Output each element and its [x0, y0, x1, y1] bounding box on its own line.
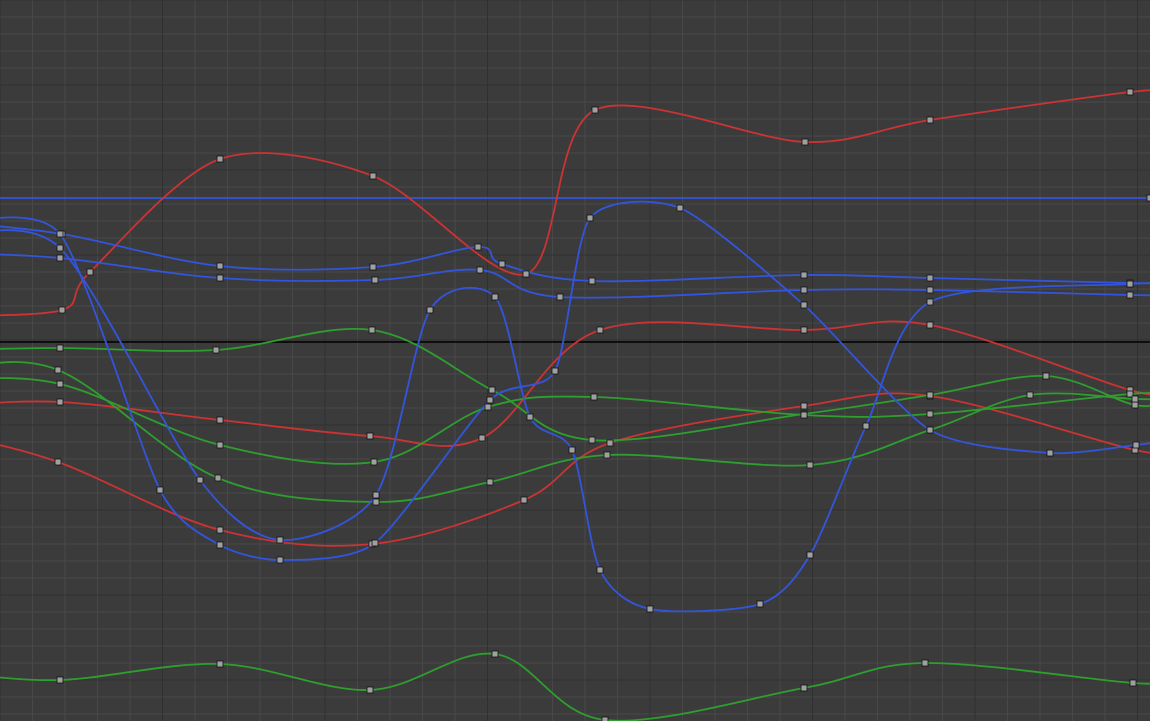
keyframe-handle[interactable]	[557, 294, 563, 300]
keyframe-handle[interactable]	[863, 423, 869, 429]
keyframe-handle[interactable]	[1132, 396, 1138, 402]
keyframe-handle[interactable]	[801, 287, 807, 293]
canvas-bg	[0, 0, 1150, 721]
keyframe-handle[interactable]	[521, 497, 527, 503]
keyframe-handle[interactable]	[587, 215, 593, 221]
keyframe-handle[interactable]	[1133, 442, 1139, 448]
keyframe-handle[interactable]	[927, 299, 933, 305]
keyframe-handle[interactable]	[217, 156, 223, 162]
keyframe-handle[interactable]	[1127, 89, 1133, 95]
keyframe-handle[interactable]	[372, 277, 378, 283]
keyframe-handle[interactable]	[277, 557, 283, 563]
keyframe-handle[interactable]	[527, 414, 533, 420]
keyframe-handle[interactable]	[602, 717, 608, 721]
keyframe-handle[interactable]	[370, 173, 376, 179]
keyframe-handle[interactable]	[1127, 281, 1133, 287]
keyframe-handle[interactable]	[757, 601, 763, 607]
keyframe-handle[interactable]	[592, 107, 598, 113]
keyframe-handle[interactable]	[492, 651, 498, 657]
keyframe-handle[interactable]	[589, 437, 595, 443]
keyframe-handle[interactable]	[367, 433, 373, 439]
keyframe-handle[interactable]	[55, 459, 61, 465]
keyframe-handle[interactable]	[479, 435, 485, 441]
keyframe-handle[interactable]	[591, 394, 597, 400]
keyframe-handle[interactable]	[197, 477, 203, 483]
keyframe-handle[interactable]	[589, 278, 595, 284]
keyframe-handle[interactable]	[801, 412, 807, 418]
keyframe-handle[interactable]	[215, 475, 221, 481]
keyframe-handle[interactable]	[489, 387, 495, 393]
keyframe-handle[interactable]	[569, 447, 575, 453]
keyframe-handle[interactable]	[927, 322, 933, 328]
keyframe-handle[interactable]	[87, 269, 93, 275]
keyframe-handle[interactable]	[604, 452, 610, 458]
keyframe-handle[interactable]	[485, 404, 491, 410]
keyframe-handle[interactable]	[57, 255, 63, 261]
keyframe-handle[interactable]	[57, 245, 63, 251]
keyframe-handle[interactable]	[801, 403, 807, 409]
keyframe-handle[interactable]	[367, 687, 373, 693]
keyframe-handle[interactable]	[499, 261, 505, 267]
keyframe-handle[interactable]	[55, 367, 61, 373]
keyframe-handle[interactable]	[217, 275, 223, 281]
keyframe-handle[interactable]	[373, 499, 379, 505]
keyframe-handle[interactable]	[373, 492, 379, 498]
keyframe-handle[interactable]	[370, 264, 376, 270]
keyframe-handle[interactable]	[1130, 680, 1136, 686]
keyframe-handle[interactable]	[597, 567, 603, 573]
keyframe-handle[interactable]	[801, 302, 807, 308]
keyframe-handle[interactable]	[927, 392, 933, 398]
keyframe-handle[interactable]	[57, 677, 63, 683]
keyframe-handle[interactable]	[277, 537, 283, 543]
keyframe-handle[interactable]	[217, 263, 223, 269]
keyframe-handle[interactable]	[647, 606, 653, 612]
keyframe-handle[interactable]	[1043, 373, 1049, 379]
keyframe-handle[interactable]	[927, 117, 933, 123]
keyframe-handle[interactable]	[477, 267, 483, 273]
keyframe-handle[interactable]	[1027, 392, 1033, 398]
keyframe-handle[interactable]	[607, 440, 613, 446]
keyframe-handle[interactable]	[801, 327, 807, 333]
keyframe-handle[interactable]	[369, 327, 375, 333]
keyframe-handle[interactable]	[217, 417, 223, 423]
keyframe-handle[interactable]	[487, 479, 493, 485]
keyframe-handle[interactable]	[927, 411, 933, 417]
keyframe-handle[interactable]	[552, 368, 558, 374]
keyframe-handle[interactable]	[927, 287, 933, 293]
keyframe-handle[interactable]	[57, 231, 63, 237]
keyframe-handle[interactable]	[1132, 402, 1138, 408]
keyframe-handle[interactable]	[1047, 450, 1053, 456]
keyframe-handle[interactable]	[677, 205, 683, 211]
keyframe-handle[interactable]	[927, 275, 933, 281]
keyframe-handle[interactable]	[217, 542, 223, 548]
keyframe-handle[interactable]	[801, 272, 807, 278]
keyframe-handle[interactable]	[807, 462, 813, 468]
keyframe-handle[interactable]	[922, 660, 928, 666]
keyframe-handle[interactable]	[57, 345, 63, 351]
keyframe-handle[interactable]	[217, 661, 223, 667]
keyframe-handle[interactable]	[57, 399, 63, 405]
keyframe-handle[interactable]	[475, 244, 481, 250]
keyframe-handle[interactable]	[59, 307, 65, 313]
keyframe-handle[interactable]	[157, 487, 163, 493]
keyframe-handle[interactable]	[802, 139, 808, 145]
keyframe-handle[interactable]	[801, 685, 807, 691]
keyframe-handle[interactable]	[807, 552, 813, 558]
keyframe-handle[interactable]	[492, 294, 498, 300]
keyframe-handle[interactable]	[217, 527, 223, 533]
keyframe-handle[interactable]	[597, 327, 603, 333]
keyframe-handle[interactable]	[57, 381, 63, 387]
graph-editor-canvas[interactable]	[0, 0, 1150, 721]
keyframe-handle[interactable]	[217, 442, 223, 448]
keyframe-handle[interactable]	[371, 459, 377, 465]
keyframe-handle[interactable]	[523, 271, 529, 277]
keyframe-handle[interactable]	[427, 307, 433, 313]
keyframe-handle[interactable]	[213, 347, 219, 353]
keyframe-handle[interactable]	[487, 397, 493, 403]
keyframe-handle[interactable]	[1127, 292, 1133, 298]
keyframe-handle[interactable]	[927, 427, 933, 433]
keyframe-handle[interactable]	[372, 540, 378, 546]
